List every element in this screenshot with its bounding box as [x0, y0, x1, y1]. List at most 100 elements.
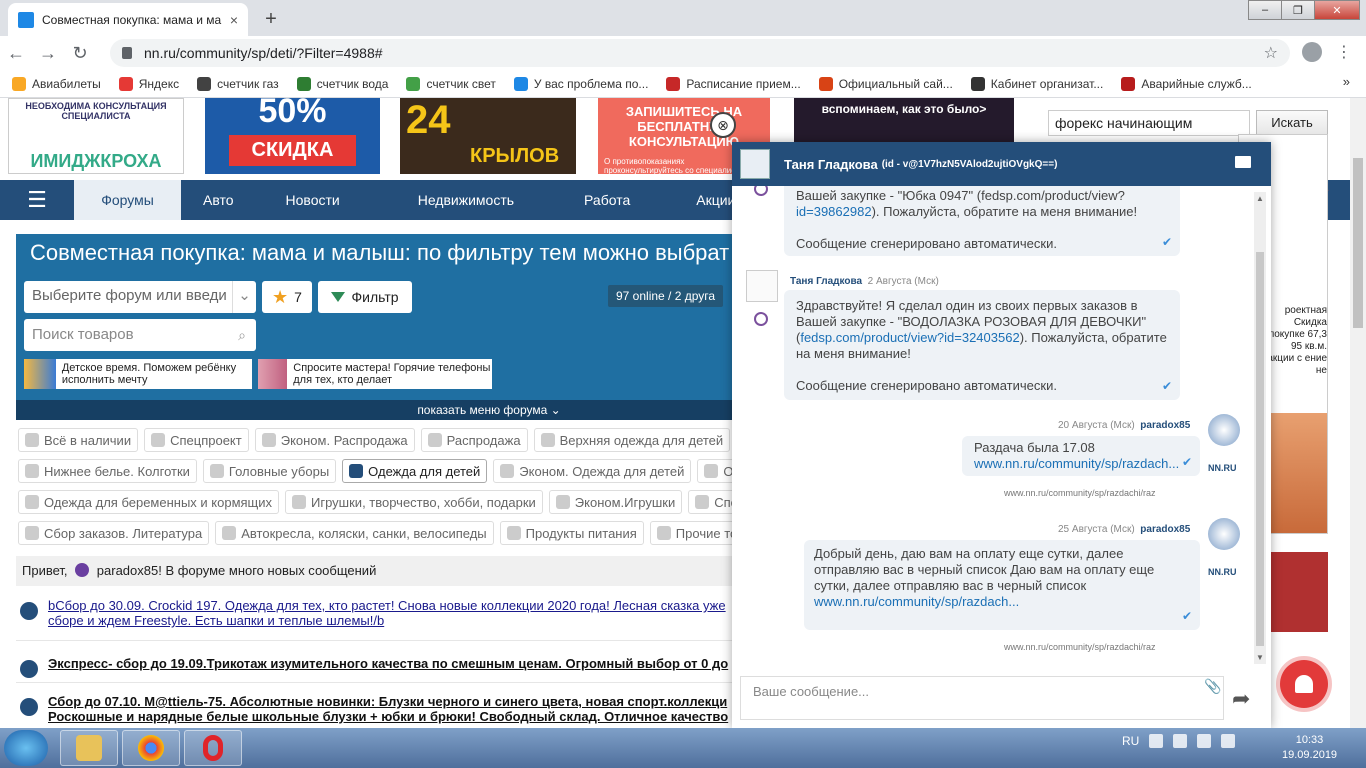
- category-filter[interactable]: Нижнее белье. Колготки: [18, 459, 197, 483]
- scroll-up-icon[interactable]: ▲: [1256, 194, 1264, 203]
- online-counter[interactable]: 97 online / 2 друга: [608, 285, 724, 307]
- page-scrollbar[interactable]: [1350, 98, 1366, 728]
- category-filter[interactable]: Эконом. Распродажа: [254, 428, 415, 452]
- nav-item-auto[interactable]: Авто: [181, 180, 256, 220]
- promo-kids-time[interactable]: Детское время. Поможем ребёнку исполнить…: [24, 359, 252, 389]
- category-filter[interactable]: Эконом. Одежда для детей: [493, 459, 692, 483]
- search-icon[interactable]: ⌕: [238, 327, 246, 344]
- category-filter[interactable]: Продукты питания: [499, 521, 644, 545]
- chevron-down-icon[interactable]: ⌄: [232, 281, 256, 313]
- message-url[interactable]: www.nn.ru/community/sp/razdachi/raz: [1004, 642, 1156, 652]
- language-indicator[interactable]: RU: [1122, 734, 1139, 748]
- forward-arrow-icon[interactable]: →: [32, 43, 64, 64]
- category-filter[interactable]: Одежда для беременных и кормящих: [18, 490, 280, 514]
- bookmark-item[interactable]: Кабинет организат...: [970, 76, 1103, 91]
- hamburger-menu-icon[interactable]: ☰: [0, 180, 74, 220]
- close-popup-icon[interactable]: ⊗: [710, 112, 736, 138]
- mail-icon[interactable]: [1235, 156, 1251, 168]
- new-tab-button[interactable]: +: [258, 6, 284, 32]
- nav-item-forums[interactable]: Форумы: [74, 180, 181, 220]
- close-tab-icon[interactable]: ×: [230, 12, 238, 28]
- promo-ask-master[interactable]: Спросите мастера! Горячие телефоны для т…: [258, 359, 492, 389]
- minimize-button[interactable]: –: [1248, 0, 1282, 20]
- avatar[interactable]: [740, 149, 770, 179]
- bookmark-item[interactable]: Авиабилеты: [12, 76, 101, 91]
- category-filter[interactable]: Прочие то: [649, 521, 745, 545]
- message-input[interactable]: Ваше сообщение...: [740, 676, 1224, 720]
- category-filter[interactable]: Верхняя одежда для детей: [533, 428, 731, 452]
- scroll-down-icon[interactable]: ▼: [1256, 653, 1264, 662]
- bookmark-item[interactable]: счетчик газ: [197, 76, 279, 91]
- notification-bell-button[interactable]: [1280, 660, 1328, 708]
- bookmark-item[interactable]: счетчик свет: [406, 76, 496, 91]
- bookmark-star-icon[interactable]: ☆: [1264, 43, 1278, 63]
- network-icon[interactable]: [1197, 734, 1212, 748]
- bookmark-item[interactable]: Аварийные служб...: [1121, 76, 1252, 91]
- avatar[interactable]: [1208, 518, 1240, 550]
- attach-icon[interactable]: 📎: [1204, 678, 1221, 695]
- favorites-button[interactable]: ★ 7: [262, 281, 312, 313]
- category-filter[interactable]: Одежда для детей: [342, 459, 488, 483]
- category-filter[interactable]: Всё в наличии: [18, 428, 139, 452]
- category-filter[interactable]: Игрушки, творчество, хобби, подарки: [285, 490, 543, 514]
- message-link[interactable]: www.nn.ru/community/sp/razdach...: [814, 594, 1019, 609]
- clock[interactable]: 10:33 19.09.2019: [1282, 733, 1337, 763]
- nav-item-jobs[interactable]: Работа: [562, 180, 652, 220]
- taskbar-chrome[interactable]: [122, 730, 180, 766]
- volume-icon[interactable]: [1221, 734, 1236, 748]
- browser-tab[interactable]: Совместная покупка: мама и ма ×: [8, 3, 248, 36]
- nav-item-realty[interactable]: Недвижимость: [370, 180, 562, 220]
- scrollbar-thumb[interactable]: [1353, 158, 1363, 328]
- banner-concert[interactable]: 24 КРЫЛОВ: [400, 98, 576, 174]
- site-search-input[interactable]: форекс начинающим: [1048, 110, 1250, 136]
- taskbar-opera[interactable]: [184, 730, 242, 766]
- category-filter[interactable]: Сбор заказов. Литература: [18, 521, 210, 545]
- category-filter[interactable]: Спецпроект: [144, 428, 249, 452]
- show-forum-menu-button[interactable]: показать меню форума ⌄: [16, 400, 776, 420]
- back-arrow-icon[interactable]: ←: [0, 43, 32, 64]
- bookmark-item[interactable]: Расписание прием...: [666, 76, 801, 91]
- banner-discount[interactable]: 50% СКИДКА: [205, 98, 380, 174]
- topic-link[interactable]: bСбор до 30.09. Crockid 197. Одежда для …: [48, 598, 750, 628]
- category-filter[interactable]: Эконом.Игрушки: [548, 490, 683, 514]
- window-close-button[interactable]: ✕: [1314, 0, 1360, 20]
- bookmark-item[interactable]: Яндекс: [118, 76, 179, 91]
- message-link[interactable]: www.nn.ru/community/sp/razdach...: [974, 456, 1179, 471]
- chat-scrollbar[interactable]: ▲ ▼: [1254, 192, 1266, 664]
- message-author[interactable]: Таня Гладкова: [790, 276, 862, 287]
- message-author[interactable]: paradox85: [1140, 524, 1190, 535]
- bookmark-item[interactable]: счетчик вода: [296, 76, 388, 91]
- taskbar-explorer[interactable]: [60, 730, 118, 766]
- scrollbar-thumb[interactable]: [1256, 252, 1264, 646]
- chat-contact-name[interactable]: Таня Гладкова: [784, 157, 878, 172]
- message-url[interactable]: www.nn.ru/community/sp/razdachi/raz: [1004, 488, 1156, 498]
- address-bar[interactable]: nn.ru/community/sp/deti/?Filter=4988# ☆: [110, 39, 1290, 67]
- bookmark-item[interactable]: У вас проблема по...: [513, 76, 648, 91]
- message-link[interactable]: id=39862982: [796, 204, 872, 219]
- product-search-input[interactable]: Поиск товаров ⌕: [24, 319, 256, 351]
- account-avatar-icon[interactable]: [1302, 42, 1322, 62]
- forum-select-input[interactable]: Выберите форум или введи ⌄: [24, 281, 256, 313]
- start-button[interactable]: [4, 730, 48, 766]
- avatar[interactable]: [1208, 414, 1240, 446]
- flag-icon[interactable]: [1149, 734, 1164, 748]
- category-filter[interactable]: Распродажа: [420, 428, 528, 452]
- nav-item-news[interactable]: Новости: [256, 180, 370, 220]
- category-filter[interactable]: Автокресла, коляски, санки, велосипеды: [215, 521, 494, 545]
- topic-link[interactable]: Экспресс- сбор до 19.09.Трикотаж изумите…: [48, 656, 728, 678]
- bookmarks-more-button[interactable]: »: [1343, 74, 1350, 89]
- reload-icon[interactable]: ↻: [64, 43, 96, 64]
- banner-imidzhkroha[interactable]: НЕОБХОДИМА КОНСУЛЬТАЦИЯ СПЕЦИАЛИСТА ИМИД…: [8, 98, 184, 174]
- bookmark-item[interactable]: Официальный сай...: [818, 76, 953, 91]
- send-icon[interactable]: ➦: [1232, 686, 1250, 712]
- topic-link[interactable]: Сбор до 07.10. M@ttiель-75. Абсолютные н…: [48, 694, 750, 724]
- site-search-button[interactable]: Искать: [1256, 110, 1328, 136]
- avatar[interactable]: [746, 270, 778, 302]
- antivirus-icon[interactable]: [1173, 734, 1188, 748]
- message-link[interactable]: fedsp.com/product/view?id=32403562: [800, 330, 1019, 345]
- message-author[interactable]: paradox85: [1140, 420, 1190, 431]
- category-filter[interactable]: Головные уборы: [202, 459, 337, 483]
- maximize-button[interactable]: ❐: [1281, 0, 1315, 20]
- filter-button[interactable]: Фильтр: [318, 281, 412, 313]
- greeting-user[interactable]: paradox85: [97, 563, 158, 578]
